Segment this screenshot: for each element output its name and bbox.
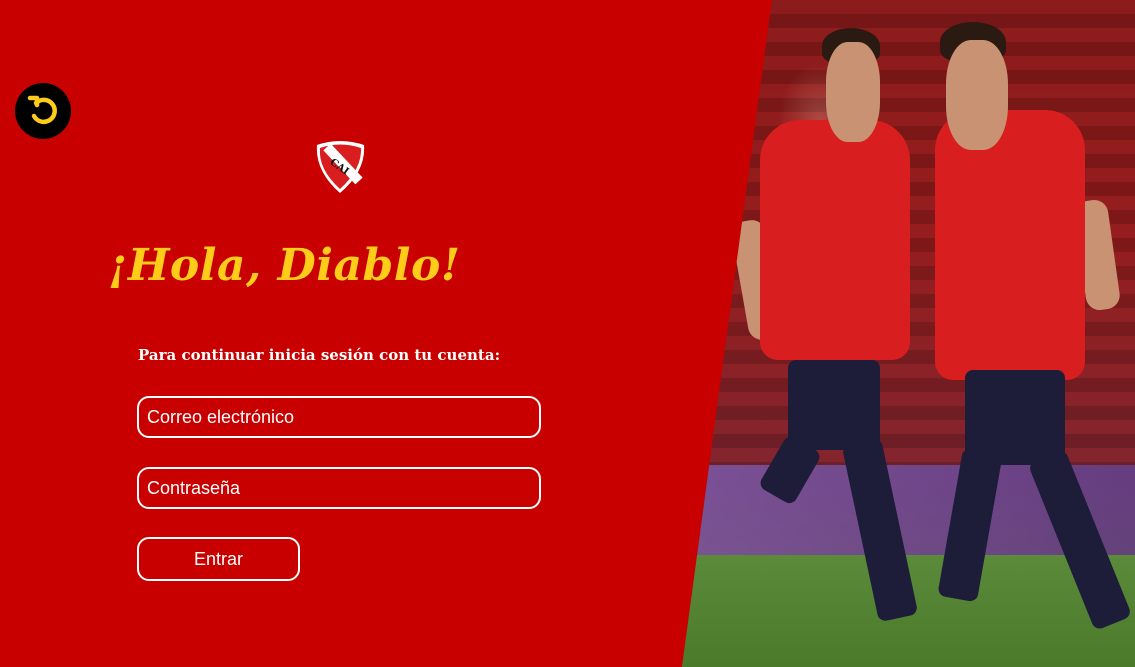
club-crest-icon: CAI bbox=[316, 141, 365, 193]
login-page: CAI ¡Hola, Diablo! Para continuar inicia… bbox=[0, 0, 1135, 667]
page-title: ¡Hola, Diablo! bbox=[108, 240, 461, 291]
back-button[interactable] bbox=[15, 83, 71, 139]
login-button[interactable]: Entrar bbox=[137, 537, 300, 581]
login-instructions: Para continuar inicia sesión con tu cuen… bbox=[138, 346, 501, 364]
undo-arrow-icon bbox=[27, 95, 57, 125]
player-shirt bbox=[935, 110, 1085, 380]
player-shorts bbox=[788, 360, 880, 450]
player-head bbox=[946, 40, 1008, 150]
password-field[interactable] bbox=[137, 467, 541, 509]
player-shirt bbox=[760, 120, 910, 360]
player-head bbox=[826, 42, 880, 142]
email-field[interactable] bbox=[137, 396, 541, 438]
club-crest-logo: CAI bbox=[313, 139, 368, 195]
